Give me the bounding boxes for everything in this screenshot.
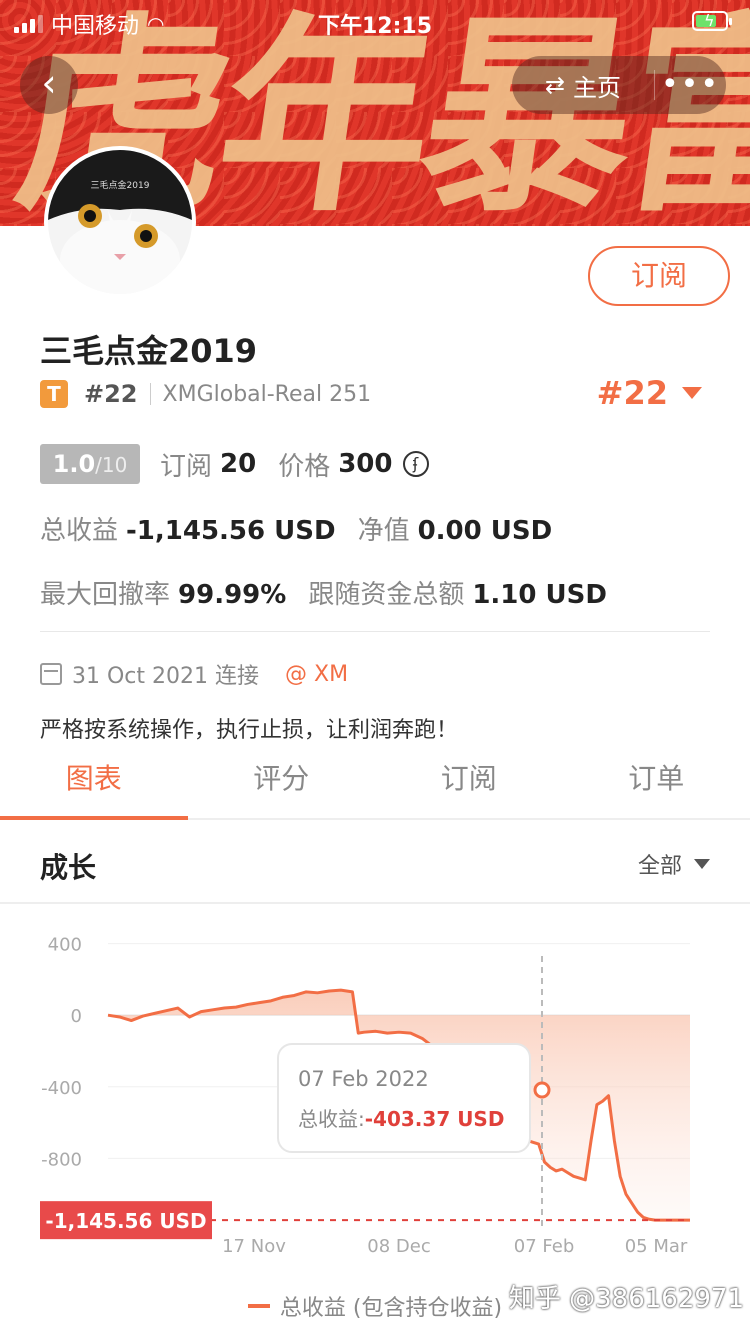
divider [40, 631, 710, 632]
rank-label: #22 [84, 380, 138, 408]
coin-icon: ʄ [402, 451, 429, 477]
trader-meta: T #22 XMGlobal-Real 251 [40, 380, 371, 408]
price-label: 价格 [278, 451, 331, 482]
tooltip-value: 总收益:-403.37 USD [298, 1107, 504, 1131]
chart-tooltip: 07 Feb 2022 总收益:-403.37 USD [277, 1043, 531, 1153]
calendar-icon [40, 663, 62, 685]
status-bar: 中国移动 ◠ 下午12:15 ϟ [0, 0, 750, 44]
avatar-caption: 三毛点金2019 [91, 179, 150, 191]
score-row: 1.0/10 订阅 20 价格 300 ʄ [40, 444, 429, 484]
rank-dropdown[interactable]: #22 [597, 374, 702, 412]
rank-big-label: #22 [596, 374, 668, 412]
growth-header: 成长 全部 [0, 822, 750, 904]
account-label: XMGlobal-Real 251 [162, 381, 372, 407]
net-value-label: 净值 [357, 516, 410, 546]
caret-down-icon [682, 387, 702, 399]
more-button[interactable]: ••• [655, 65, 726, 105]
range-filter-label: 全部 [637, 854, 682, 879]
tooltip-amount: -403.37 USD [365, 1107, 505, 1131]
tab-subscription[interactable]: 订阅 [375, 750, 563, 818]
max-drawdown-value: 99.99% [178, 580, 287, 610]
price-value: 300 [338, 449, 393, 479]
watermark: 知乎 @386162971 [508, 1284, 744, 1314]
growth-title: 成长 [40, 851, 97, 884]
tier-badge: T [40, 380, 68, 408]
max-drawdown-label: 最大回撤率 [40, 580, 171, 610]
avatar[interactable]: 三毛点金2019 [44, 146, 196, 298]
home-label: 主页 [573, 73, 622, 102]
home-button[interactable]: ⇄ 主页 [512, 68, 654, 103]
broker-link[interactable]: @ XM [285, 662, 348, 687]
range-filter[interactable]: 全部 [638, 848, 710, 880]
follow-funds-label: 跟随资金总额 [308, 580, 465, 610]
subscribers-label: 订阅 [160, 451, 213, 482]
subscribe-button[interactable]: 订阅 [588, 246, 730, 306]
y-tick-label: 400 [48, 935, 82, 956]
crosshair-point [533, 1081, 551, 1099]
trader-name: 三毛点金2019 [40, 332, 258, 370]
tab-orders[interactable]: 订单 [563, 750, 750, 818]
legend-swatch [247, 1304, 270, 1308]
caret-down-icon [694, 859, 710, 869]
growth-chart[interactable]: 400 0 -400 -800 -1,145.56 USD 17 Nov 08 Dec 07 … [0, 920, 750, 1260]
tab-bar: 图表 评分 订阅 订单 [0, 750, 750, 820]
battery-icon: ϟ [692, 11, 732, 31]
swap-icon: ⇄ [544, 71, 566, 99]
drawdown-row: 最大回撤率 99.99% 跟随资金总额 1.10 USD [40, 574, 629, 611]
tooltip-date: 07 Feb 2022 [298, 1067, 429, 1091]
profit-row: 总收益 -1,145.56 USD 净值 0.00 USD [40, 510, 574, 547]
x-tick-label: 08 Dec [367, 1236, 430, 1257]
nav-actions: ⇄ 主页 ••• [512, 56, 726, 114]
follow-funds-value: 1.10 USD [472, 580, 607, 610]
total-profit-label: 总收益 [40, 516, 119, 546]
x-tick-label: 07 Feb [514, 1236, 575, 1257]
tab-rating[interactable]: 评分 [188, 750, 376, 818]
chevron-left-icon: ‹ [41, 61, 57, 105]
tooltip-box [277, 1043, 531, 1153]
y-tick-label: -800 [41, 1149, 82, 1170]
x-tick-label: 05 Mar [625, 1236, 688, 1257]
y-tick-label: -400 [41, 1078, 82, 1099]
legend-label: 总收益 (包含持仓收益) [279, 1296, 503, 1321]
tab-chart[interactable]: 图表 [0, 750, 188, 820]
back-button[interactable]: ‹ [20, 56, 78, 114]
status-time: 下午12:15 [317, 14, 433, 39]
tooltip-label: 总收益: [298, 1107, 365, 1131]
connection-date: 31 Oct 2021 连接 [72, 664, 260, 689]
cat-avatar-image: 三毛点金2019 [48, 150, 192, 294]
y-tick-label: 0 [71, 1006, 82, 1027]
score-badge: 1.0/10 [40, 444, 140, 484]
total-profit-value: -1,145.56 USD [126, 516, 336, 546]
trader-motto: 严格按系统操作，执行止损，让利润奔跑！ [40, 718, 459, 743]
x-tick-label: 17 Nov [222, 1236, 286, 1257]
connection-info: 31 Oct 2021 连接 @ XM [40, 658, 348, 690]
subscribers-value: 20 [220, 449, 257, 479]
net-value-value: 0.00 USD [417, 516, 553, 546]
current-value-label: -1,145.56 USD [45, 1209, 206, 1233]
meta-divider [149, 383, 151, 405]
